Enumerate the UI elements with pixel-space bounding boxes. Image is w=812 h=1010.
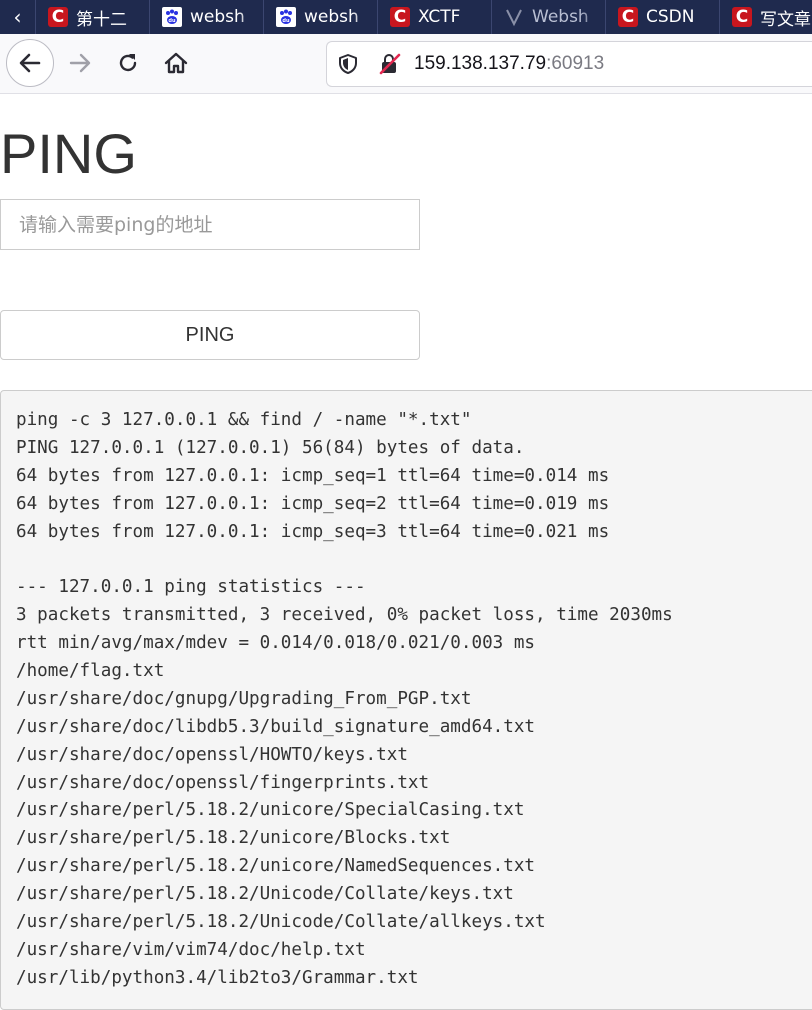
web-icon (504, 7, 524, 27)
home-button[interactable] (158, 45, 194, 81)
output-line: /usr/share/doc/openssl/fingerprints.txt (16, 772, 430, 793)
csdn-icon: C (48, 7, 68, 27)
ping-button[interactable]: PING (0, 310, 420, 360)
output-line: --- 127.0.0.1 ping statistics --- (16, 577, 366, 598)
ping-output: ping -c 3 127.0.0.1 && find / -name "*.t… (0, 390, 812, 1010)
output-line: /usr/share/perl/5.18.2/Unicode/Collate/a… (16, 912, 546, 933)
csdn-icon: C (732, 7, 752, 27)
tab-4[interactable]: C XCTF (378, 0, 492, 34)
output-line: /home/flag.txt (16, 661, 165, 682)
output-line: 3 packets transmitted, 3 received, 0% pa… (16, 605, 673, 626)
url-text: 159.138.137.79:60913 (414, 53, 604, 75)
output-line: ping -c 3 127.0.0.1 && find / -name "*.t… (16, 410, 472, 430)
baidu-icon: du (276, 7, 296, 27)
csdn-icon: C (618, 7, 638, 27)
tab-title: XCTF (418, 7, 461, 27)
tab-6[interactable]: C CSDN (606, 0, 720, 34)
tab-3[interactable]: du websh (264, 0, 378, 34)
page-title: PING (0, 122, 137, 185)
output-line: /usr/share/perl/5.18.2/Unicode/Collate/k… (16, 884, 514, 905)
arrow-left-icon (19, 53, 41, 73)
output-line: 64 bytes from 127.0.0.1: icmp_seq=3 ttl=… (16, 521, 610, 542)
ping-address-input[interactable] (0, 199, 420, 250)
forward-button[interactable] (62, 45, 98, 81)
tab-scroll-left-button[interactable]: ‹ (0, 0, 36, 34)
output-line: /usr/share/doc/gnupg/Upgrading_From_PGP.… (16, 688, 472, 709)
home-icon (164, 52, 188, 74)
output-line: PING 127.0.0.1 (127.0.0.1) 56(84) bytes … (16, 437, 525, 458)
tab-1[interactable]: C 第十二 (36, 0, 150, 34)
chevron-left-icon: ‹ (13, 5, 22, 29)
tab-strip: ‹ C 第十二 du websh du websh C XCTF Websh C… (0, 0, 812, 34)
arrow-right-icon (69, 53, 91, 73)
reload-icon (119, 54, 137, 72)
output-line: /usr/share/perl/5.18.2/unicore/Blocks.tx… (16, 828, 451, 849)
url-port: :60913 (546, 53, 605, 74)
insecure-lock-icon[interactable] (378, 52, 402, 76)
tracking-protection-shield-icon[interactable] (336, 52, 360, 76)
svg-text:du: du (168, 18, 176, 24)
output-line: /usr/share/perl/5.18.2/unicore/SpecialCa… (16, 800, 525, 821)
output-line: 64 bytes from 127.0.0.1: icmp_seq=2 ttl=… (16, 493, 610, 514)
url-host: 159.138.137.79 (414, 53, 547, 74)
output-line: /usr/share/vim/vim74/doc/help.txt (16, 939, 366, 960)
tab-title: 写文章 (760, 9, 811, 30)
svg-text:du: du (282, 18, 290, 24)
back-button[interactable] (6, 39, 54, 87)
output-line: /usr/share/perl/5.18.2/unicore/NamedSequ… (16, 856, 536, 877)
tab-title: 第十二 (76, 9, 127, 30)
output-line: 64 bytes from 127.0.0.1: icmp_seq=1 ttl=… (16, 465, 610, 486)
output-line: /usr/share/doc/openssl/HOWTO/keys.txt (16, 744, 408, 765)
tab-7[interactable]: C 写文章 (720, 0, 812, 34)
address-bar[interactable]: 159.138.137.79:60913 (326, 41, 812, 87)
navigation-toolbar: 159.138.137.79:60913 (0, 34, 812, 94)
tab-5[interactable]: Websh (492, 0, 606, 34)
xctf-icon: C (390, 7, 410, 27)
tab-title: CSDN (646, 7, 695, 27)
tab-2[interactable]: du websh (150, 0, 264, 34)
reload-button[interactable] (110, 45, 146, 81)
output-line: /usr/lib/python3.4/lib2to3/Grammar.txt (16, 967, 419, 988)
baidu-icon: du (162, 7, 182, 27)
output-line: /usr/share/doc/libdb5.3/build_signature_… (16, 716, 536, 737)
output-line: rtt min/avg/max/mdev = 0.014/0.018/0.021… (16, 633, 536, 654)
